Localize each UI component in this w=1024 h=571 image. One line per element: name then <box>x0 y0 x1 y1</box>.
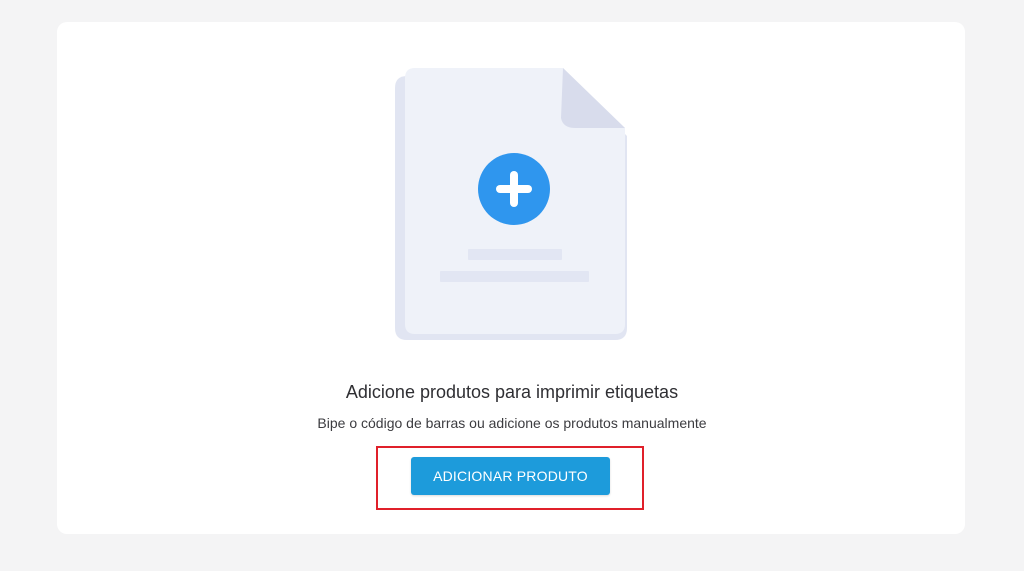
document-add-icon <box>393 66 633 346</box>
empty-state-title: Adicione produtos para imprimir etiqueta… <box>345 382 679 402</box>
empty-state-subtitle: Bipe o código de barras ou adicione os p… <box>317 415 707 431</box>
add-product-button[interactable]: ADICIONAR PRODUTO <box>411 457 610 495</box>
